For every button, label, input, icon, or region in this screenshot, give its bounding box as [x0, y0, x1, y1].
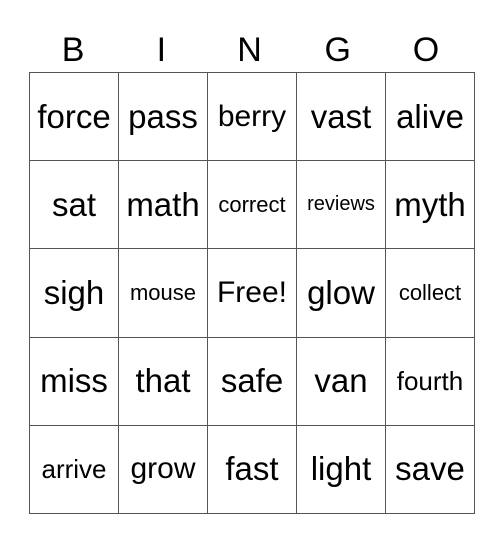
- bingo-cell: grow: [118, 424, 208, 515]
- header-letter-o: O: [412, 31, 440, 69]
- board-row: force pass berry vast alive: [29, 71, 475, 162]
- bingo-cell: sat: [29, 160, 119, 250]
- board-row: miss that safe van fourth: [29, 336, 475, 426]
- header-letter-n: N: [237, 31, 262, 69]
- board-row: sat math correct reviews myth: [29, 160, 475, 250]
- board-row: arrive grow fast light save: [29, 424, 475, 515]
- bingo-cell: correct: [207, 160, 297, 250]
- bingo-cell: pass: [118, 71, 208, 162]
- bingo-board: force pass berry vast alive sat math cor…: [29, 71, 475, 515]
- bingo-cell: collect: [385, 248, 475, 338]
- header-letter-i: I: [156, 31, 167, 69]
- bingo-cell: sigh: [29, 248, 119, 338]
- bingo-cell: arrive: [29, 424, 119, 515]
- bingo-cell: berry: [207, 71, 297, 162]
- bingo-cell: fourth: [385, 336, 475, 426]
- bingo-cell: vast: [296, 71, 386, 162]
- bingo-cell: van: [296, 336, 386, 426]
- bingo-cell: myth: [385, 160, 475, 250]
- header-letter-g: G: [324, 31, 351, 69]
- bingo-cell: that: [118, 336, 208, 426]
- board-row: sigh mouse Free! glow collect: [29, 248, 475, 338]
- bingo-cell: miss: [29, 336, 119, 426]
- bingo-cell: alive: [385, 71, 475, 162]
- bingo-cell: safe: [207, 336, 297, 426]
- bingo-cell: glow: [296, 248, 386, 338]
- bingo-cell: mouse: [118, 248, 208, 338]
- bingo-cell: force: [29, 71, 119, 162]
- bingo-cell: reviews: [296, 160, 386, 250]
- bingo-header: B I N G O: [29, 28, 470, 72]
- bingo-cell: math: [118, 160, 208, 250]
- bingo-cell: fast: [207, 424, 297, 515]
- bingo-cell: save: [385, 424, 475, 515]
- free-space: Free!: [207, 248, 297, 338]
- bingo-cell: light: [296, 424, 386, 515]
- header-letter-b: B: [61, 31, 85, 69]
